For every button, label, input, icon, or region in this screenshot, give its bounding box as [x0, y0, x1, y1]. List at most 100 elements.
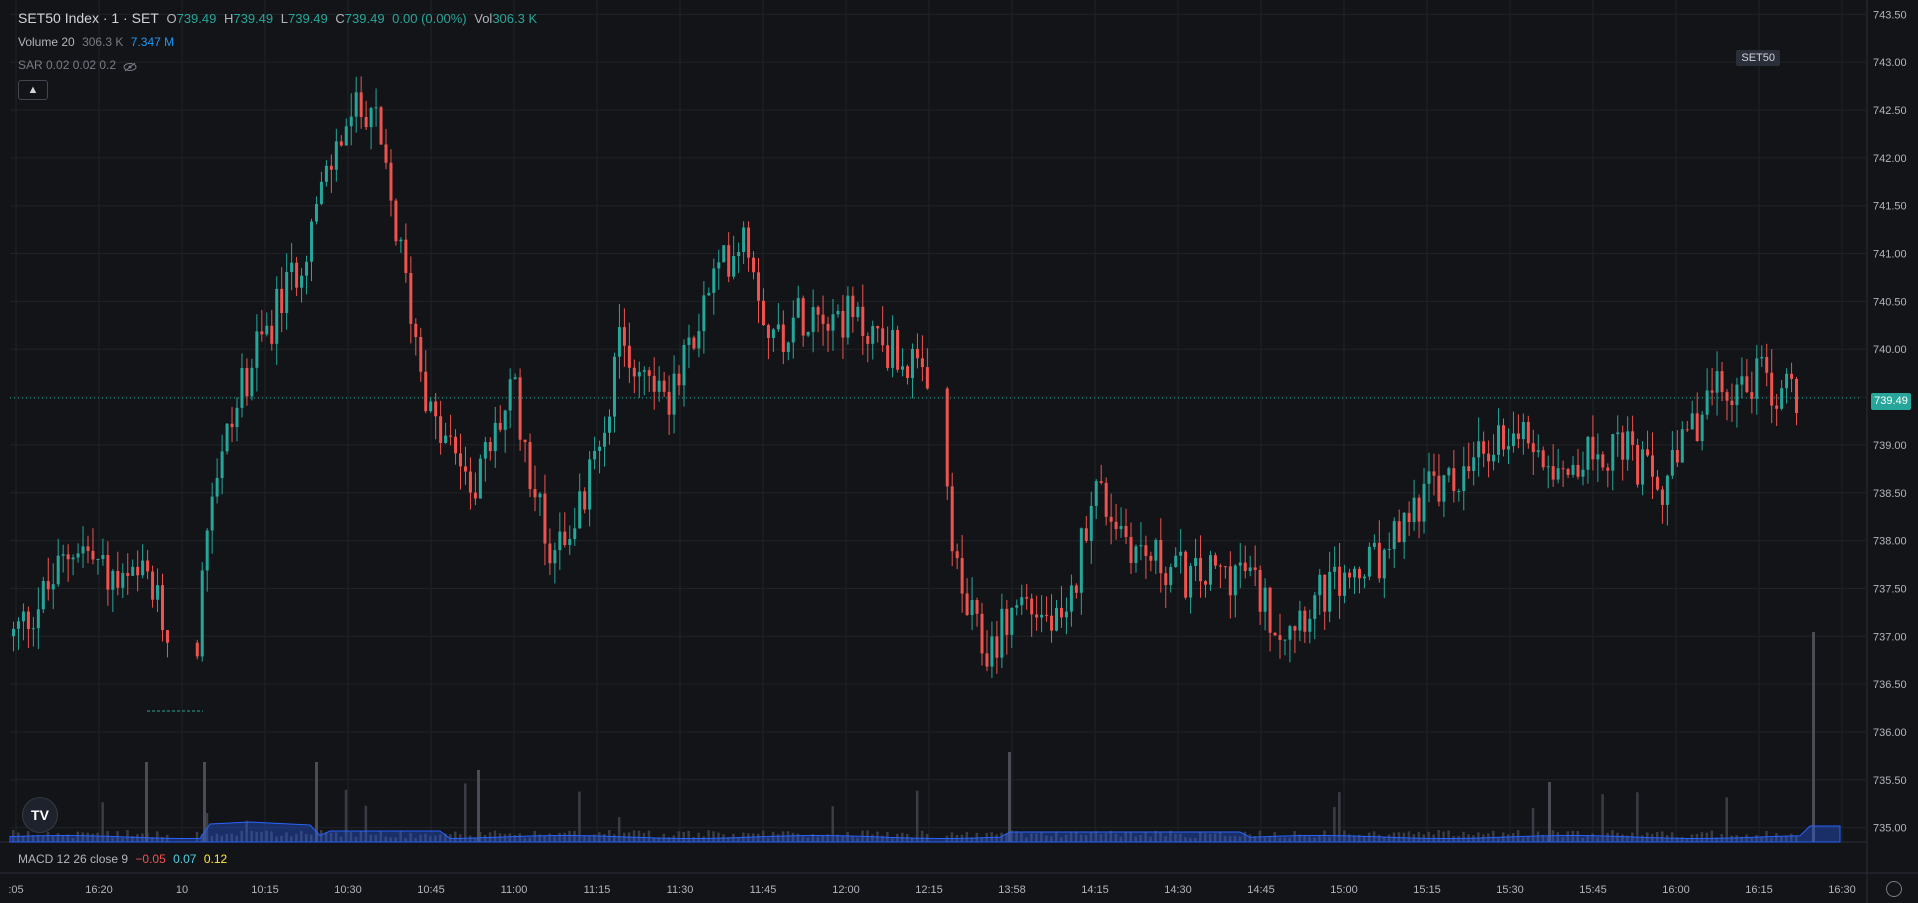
candle-body — [915, 348, 919, 359]
volume-bar — [1725, 797, 1728, 842]
candle-body — [1531, 443, 1535, 453]
candle-body — [1432, 471, 1436, 476]
candle-body — [1775, 405, 1779, 409]
candle-body — [1333, 566, 1337, 572]
candlestick-chart[interactable]: 735.00 735.50 736.00 736.50 737.00 737.50 738.… — [0, 0, 1918, 903]
volume-legend[interactable]: Volume 20 306.3 K 7.347 M — [18, 35, 178, 49]
candle-body — [71, 557, 75, 560]
candle-body — [26, 611, 30, 630]
candle-body — [583, 491, 587, 510]
candle-body — [612, 356, 616, 417]
candle-body — [970, 599, 974, 616]
y-tick-label: 742.00 — [1873, 153, 1907, 165]
candle-body — [622, 327, 626, 346]
sar-legend[interactable]: SAR 0.02 0.02 0.2 — [18, 58, 141, 72]
candle-body — [598, 446, 602, 451]
candle-body — [1278, 635, 1282, 640]
candle-body — [1005, 608, 1009, 635]
symbol-title[interactable]: SET50 Index · 1 · SET — [18, 10, 159, 26]
settings-icon[interactable] — [1886, 881, 1902, 897]
candle-body — [1343, 572, 1347, 596]
candle-body — [91, 550, 95, 560]
collapse-legend-button[interactable]: ▲ — [18, 80, 48, 100]
candle-body — [1114, 521, 1118, 530]
candle-body — [1129, 536, 1133, 563]
x-tick-label: 16:30 — [1828, 884, 1856, 896]
candle-body — [101, 554, 105, 560]
candle-body — [16, 621, 20, 629]
candle-body — [359, 92, 363, 117]
volume-bar — [1636, 792, 1639, 842]
candle-body — [955, 551, 959, 559]
candle-body — [1760, 357, 1764, 359]
candle-body — [1521, 421, 1525, 440]
eye-hidden-icon[interactable] — [123, 61, 137, 72]
candle-body — [990, 636, 994, 667]
volume-value: 306.3 K — [82, 35, 124, 49]
candle-body — [965, 593, 969, 616]
chart-area[interactable]: 735.00 735.50 736.00 736.50 737.00 737.50 738.… — [0, 0, 1918, 903]
candle-body — [722, 245, 726, 263]
x-tick-label: 11:30 — [667, 884, 694, 896]
candle-body — [836, 310, 840, 315]
candle-body — [300, 275, 304, 288]
candle-body — [1655, 476, 1659, 490]
candle-body — [1646, 449, 1650, 456]
candle-body — [508, 379, 512, 411]
candle-body — [1626, 431, 1630, 460]
candle-body — [1457, 490, 1461, 492]
candle-body — [1055, 607, 1058, 631]
candle-body — [1134, 546, 1138, 563]
candle-body — [1079, 528, 1083, 593]
candle-body — [1109, 516, 1113, 522]
candle-body — [51, 584, 55, 590]
candle-body — [1670, 450, 1674, 476]
candle-body — [1705, 390, 1709, 415]
candle-body — [56, 555, 60, 585]
x-tick-label: 10:30 — [334, 884, 362, 896]
candle-body — [776, 324, 780, 330]
y-tick-label: 736.50 — [1873, 679, 1907, 691]
candle-body — [1447, 468, 1451, 476]
candle-body — [642, 370, 646, 372]
candle-body — [1715, 371, 1719, 393]
candle-body — [1665, 475, 1669, 505]
volume-indicator-name: Volume 20 — [18, 35, 75, 49]
candle-body — [866, 335, 870, 344]
candle-body — [1660, 489, 1664, 505]
candle-body — [1258, 570, 1262, 612]
candle-body — [389, 162, 393, 201]
candle-body — [1040, 614, 1044, 618]
tradingview-logo-icon[interactable]: TV — [22, 797, 58, 833]
macd-line-value: 0.07 — [173, 852, 197, 866]
candle-body — [791, 317, 795, 343]
candle-body — [235, 407, 239, 428]
y-tick-label: 738.00 — [1873, 536, 1907, 548]
candle-body — [1467, 466, 1471, 471]
open-label: O — [166, 11, 177, 26]
candle-body — [910, 348, 914, 379]
candle-body — [404, 239, 408, 274]
candle-body — [1248, 567, 1252, 572]
x-tick-label: 15:00 — [1330, 884, 1358, 896]
candle-body — [96, 559, 100, 561]
candle-body — [468, 471, 472, 493]
candle-body — [1472, 457, 1476, 471]
candle-body — [36, 609, 40, 629]
candle-body — [483, 442, 487, 459]
candle-body — [682, 345, 686, 386]
candle-body — [31, 628, 35, 630]
macd-histogram-value: −0.05 — [135, 852, 166, 866]
candle-body — [841, 310, 845, 338]
candle-body — [518, 377, 522, 440]
candle-body — [657, 380, 661, 392]
candle-body — [1323, 574, 1327, 612]
candle-body — [1695, 413, 1699, 441]
macd-legend[interactable]: MACD 12 26 close 9 −0.05 0.07 0.12 — [18, 852, 231, 866]
vol-value: 306.3 K — [492, 11, 538, 26]
candle-body — [528, 442, 532, 490]
candle-body — [310, 221, 313, 262]
candle-body — [1422, 483, 1426, 522]
candle-body — [747, 227, 751, 258]
candle-body — [1755, 358, 1759, 399]
